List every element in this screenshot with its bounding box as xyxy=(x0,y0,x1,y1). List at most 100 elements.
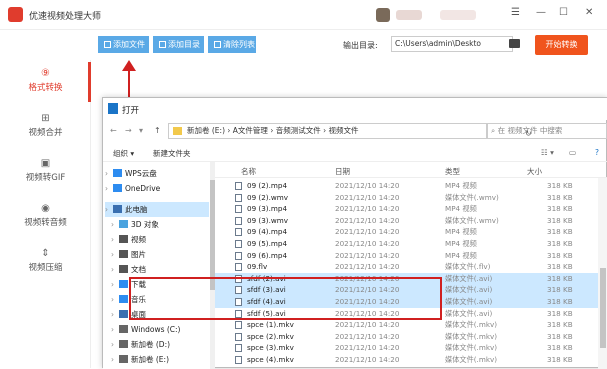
preview-pane-icon[interactable]: ▭ xyxy=(569,148,576,157)
app-logo-icon xyxy=(8,7,23,22)
nav-item-label: WPS云盘 xyxy=(125,169,157,178)
nav-item-icon xyxy=(113,205,122,213)
nav-item[interactable]: › 图片 xyxy=(111,247,209,262)
search-input[interactable]: ⌕ 在 视频文件 中搜索 xyxy=(486,123,607,139)
sidebar-item-3[interactable]: ◉ 视频转音频 xyxy=(0,203,91,243)
chevron-right-icon[interactable]: › xyxy=(111,232,119,247)
chevron-right-icon[interactable]: › xyxy=(111,322,119,337)
nav-item[interactable]: › 3D 对象 xyxy=(111,217,209,232)
dropdown-icon[interactable]: ▾ xyxy=(139,126,143,135)
file-type: 媒体文件(.mkv) xyxy=(445,331,498,341)
file-row[interactable]: spce (4).mkv 2021/12/10 14:20 媒体文件(.mkv) 31… xyxy=(215,354,600,366)
add-dir-button[interactable]: 添加目录 xyxy=(153,36,204,53)
sidebar-item-1[interactable]: ⊞ 视频合并 xyxy=(0,113,91,153)
nav-item[interactable]: › Windows (C:) xyxy=(111,322,209,337)
file-row[interactable]: 09 (4).mp4 2021/12/10 14:20 MP4 视频 318 KB xyxy=(215,226,600,238)
file-row[interactable]: 09 (2).wmv 2021/12/10 14:20 媒体文件(.wmv) 318 … xyxy=(215,192,600,204)
help-icon[interactable]: ? xyxy=(595,148,599,157)
back-icon[interactable]: ← xyxy=(110,126,117,135)
start-convert-button[interactable]: 开始转换 xyxy=(535,35,588,55)
nav-item-icon xyxy=(119,235,128,243)
add-file-button[interactable]: 添加文件 xyxy=(98,36,149,53)
file-name: 09 (4).mp4 xyxy=(247,227,288,237)
close-icon[interactable]: ✕ xyxy=(585,7,593,18)
minimize-icon[interactable]: — xyxy=(536,7,546,18)
nav-item[interactable]: › 此电脑 xyxy=(105,202,209,217)
file-size: 318 KB xyxy=(547,343,573,353)
file-size: 318 KB xyxy=(547,285,573,295)
nav-item-icon xyxy=(119,295,128,303)
chevron-right-icon[interactable]: › xyxy=(105,181,113,196)
chevron-right-icon[interactable]: › xyxy=(105,166,113,181)
nav-item[interactable]: › 新加卷 (E:) xyxy=(111,352,209,367)
nav-item[interactable]: › 文档 xyxy=(111,262,209,277)
file-name: 09 (3).wmv xyxy=(247,215,289,225)
avatar[interactable] xyxy=(376,8,390,22)
chevron-right-icon[interactable]: › xyxy=(111,352,119,367)
chevron-right-icon[interactable]: › xyxy=(111,262,119,277)
add-file-label: 添加文件 xyxy=(113,40,145,49)
chevron-right-icon[interactable]: › xyxy=(111,247,119,262)
chevron-right-icon[interactable]: › xyxy=(105,202,113,217)
breadcrumb-item[interactable]: 音频测试文件 xyxy=(276,126,321,135)
app-titlebar: 优速视频处理大师 ☰ — ☐ ✕ xyxy=(0,0,607,30)
forward-icon[interactable]: → xyxy=(125,126,132,135)
clear-list-button[interactable]: 清除列表 xyxy=(208,36,256,53)
file-icon xyxy=(235,332,242,341)
chevron-right-icon[interactable]: › xyxy=(111,292,119,307)
file-icon xyxy=(235,182,242,190)
file-row[interactable]: spce (1).mkv 2021/12/10 14:20 媒体文件(.mkv) 31… xyxy=(215,319,600,331)
chevron-right-icon[interactable]: › xyxy=(111,277,119,292)
menu-icon[interactable]: ☰ xyxy=(511,7,520,18)
file-row[interactable]: spce (3).mkv 2021/12/10 14:20 媒体文件(.mkv) 31… xyxy=(215,342,600,354)
organize-button[interactable]: 组织 ▾ xyxy=(113,148,134,159)
nav-item-icon xyxy=(119,340,128,348)
column-size[interactable]: 大小 xyxy=(527,166,542,177)
file-date: 2021/12/10 14:20 xyxy=(335,262,400,272)
nav-item[interactable]: › 视频 xyxy=(111,232,209,247)
file-name: 09 (5).mp4 xyxy=(247,239,288,248)
chevron-right-icon[interactable]: › xyxy=(111,337,119,352)
breadcrumb-item[interactable]: A文件管理 xyxy=(233,126,268,135)
file-row[interactable]: 09 (2).mp4 2021/12/10 14:20 MP4 视频 318 KB xyxy=(215,180,600,192)
maximize-icon[interactable]: ☐ xyxy=(559,7,568,18)
folder-icon[interactable] xyxy=(509,39,520,48)
nav-item[interactable]: › WPS云盘 xyxy=(105,166,209,181)
sidebar-item-label: 视频转GIF xyxy=(25,173,66,183)
file-name: 09 (2).wmv xyxy=(247,192,289,202)
nav-item[interactable]: › 新加卷 (D:) xyxy=(111,337,209,352)
file-type: 媒体文件(.avi) xyxy=(445,308,493,318)
address-bar[interactable]: 新加卷 (E:) › A文件管理 › 音频测试文件 › 视频文件 ↻ xyxy=(168,123,532,139)
sidebar-item-4[interactable]: ⇕ 视频压缩 xyxy=(0,248,91,288)
file-size: 318 KB xyxy=(547,308,573,318)
file-row[interactable]: 09 (5).mp4 2021/12/10 14:20 MP4 视频 318 KB xyxy=(215,238,600,250)
chevron-right-icon[interactable]: › xyxy=(111,217,119,232)
sidebar-item-2[interactable]: ▣ 视频转GIF xyxy=(0,158,91,198)
file-type: 媒体文件(.mkv) xyxy=(445,343,498,353)
nav-item-icon xyxy=(119,310,128,318)
file-row[interactable]: spce (2).mkv 2021/12/10 14:20 媒体文件(.mkv) 31… xyxy=(215,331,600,343)
breadcrumb-item[interactable]: 视频文件 xyxy=(329,126,359,135)
file-icon xyxy=(235,193,242,202)
new-folder-button[interactable]: 新建文件夹 xyxy=(153,148,191,159)
sidebar-item-0[interactable]: ⑨ 格式转换 xyxy=(0,68,91,108)
file-row[interactable]: 09.flv 2021/12/10 14:20 媒体文件(.flv) 318 KB xyxy=(215,261,600,273)
file-row[interactable]: 09 (3).mp4 2021/12/10 14:20 MP4 视频 318 KB xyxy=(215,203,600,215)
file-row[interactable]: 09 (3).wmv 2021/12/10 14:20 媒体文件(.wmv) 318 … xyxy=(215,215,600,227)
output-dir-input[interactable]: C:\Users\admin\Deskto xyxy=(391,36,513,52)
nav-item-icon xyxy=(119,250,128,258)
file-scrollbar-thumb[interactable] xyxy=(600,268,606,348)
up-icon[interactable]: ↑ xyxy=(154,126,161,135)
column-date[interactable]: 日期 xyxy=(335,166,350,177)
file-size: 318 KB xyxy=(547,239,573,248)
breadcrumb-item[interactable]: 新加卷 (E:) xyxy=(187,126,225,135)
nav-item-icon xyxy=(119,220,128,228)
nav-item[interactable]: › OneDrive xyxy=(105,181,209,196)
nav-item-label: 新加卷 (D:) xyxy=(131,340,171,349)
chevron-right-icon[interactable]: › xyxy=(111,307,119,322)
column-type[interactable]: 类型 xyxy=(445,166,460,177)
search-icon: ⌕ xyxy=(491,126,498,135)
column-name[interactable]: 名称 xyxy=(241,166,256,177)
view-options-icon[interactable]: ☷ ▾ xyxy=(541,148,554,157)
file-row[interactable]: 09 (6).mp4 2021/12/10 14:20 MP4 视频 318 KB xyxy=(215,250,600,262)
